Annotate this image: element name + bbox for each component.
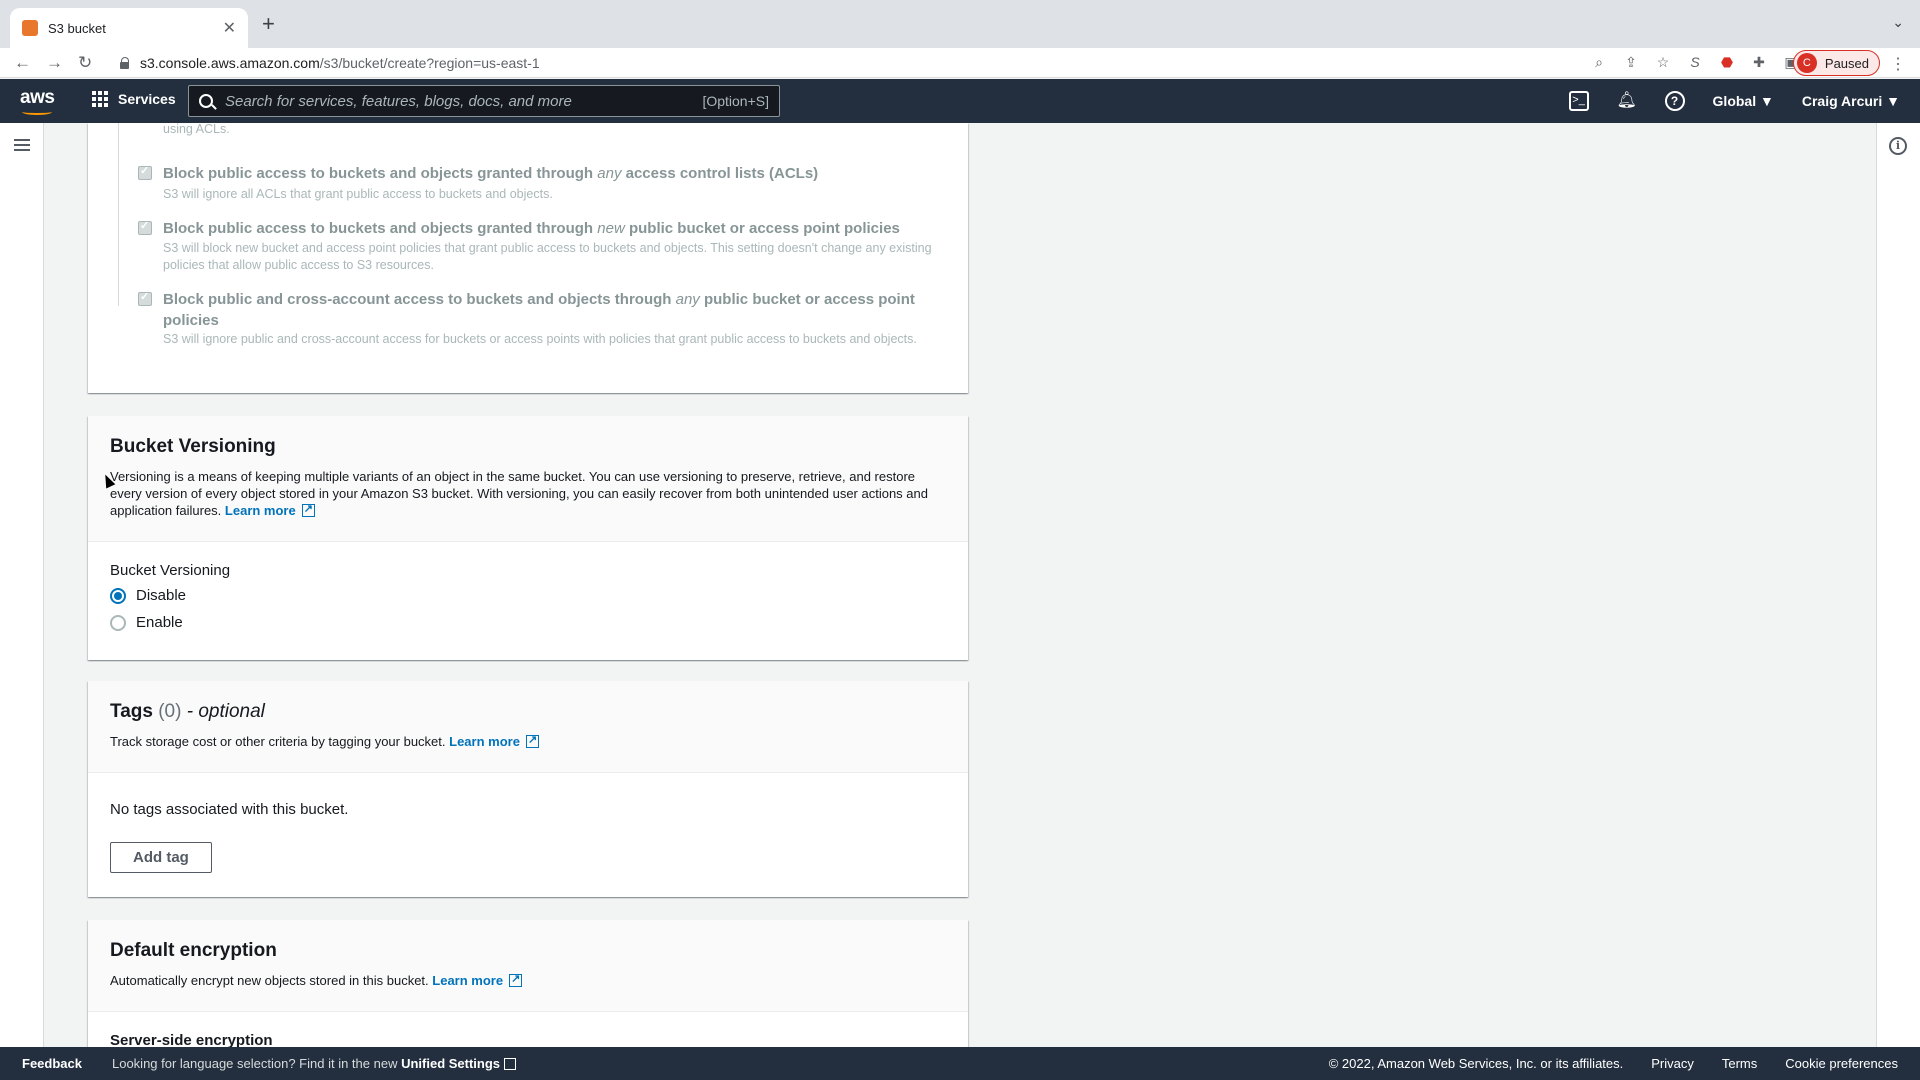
s-extension-icon[interactable]: S xyxy=(1686,53,1704,71)
tags-body: No tags associated with this bucket. Add… xyxy=(88,773,968,893)
aws-search-box[interactable]: [Option+S] xyxy=(188,85,780,117)
url-text: s3.console.aws.amazon.com/s3/bucket/crea… xyxy=(140,55,540,71)
versioning-title: Bucket Versioning xyxy=(110,436,276,457)
left-nav-rail xyxy=(0,123,44,1047)
versioning-header: Bucket Versioning Versioning is a means … xyxy=(88,416,968,542)
radio-disable-label: Disable xyxy=(136,587,187,604)
tab-title: S3 bucket xyxy=(48,20,106,36)
aws-logo[interactable]: aws xyxy=(20,87,55,109)
share-icon[interactable]: ⇪ xyxy=(1622,53,1640,71)
account-menu[interactable]: Craig Arcuri ▼ xyxy=(1802,93,1900,109)
search-icon xyxy=(199,94,213,108)
encryption-header: Default encryption Automatically encrypt… xyxy=(88,920,968,1012)
browser-menu-icon[interactable]: ⋮ xyxy=(1890,54,1906,74)
bucket-versioning-panel: Bucket Versioning Versioning is a means … xyxy=(88,416,968,660)
bpa-cut-text: using ACLs. xyxy=(163,122,230,136)
encryption-title: Default encryption xyxy=(110,940,277,961)
no-tags-message: No tags associated with this bucket. xyxy=(110,801,349,818)
bpa-item-desc: S3 will block new bucket and access poin… xyxy=(163,241,932,272)
tags-title: Tags (0) - optional xyxy=(110,701,265,722)
versioning-learn-more-link[interactable]: Learn more xyxy=(225,503,296,518)
cookie-preferences-link[interactable]: Cookie preferences xyxy=(1785,1056,1898,1071)
region-selector[interactable]: Global ▼ xyxy=(1713,93,1774,109)
external-link-icon xyxy=(525,732,539,749)
tags-learn-more-link[interactable]: Learn more xyxy=(449,734,520,749)
aws-nav-right: >_ 🔔︎ ? Global ▼ Craig Arcuri ▼ xyxy=(1568,91,1900,111)
url-omnibox[interactable]: s3.console.aws.amazon.com/s3/bucket/crea… xyxy=(110,50,1570,76)
s3-favicon-icon xyxy=(22,20,38,36)
profile-status: Paused xyxy=(1824,55,1869,71)
bpa-item-title: Block public access to buckets and objec… xyxy=(163,220,900,237)
footer-links: © 2022, Amazon Web Services, Inc. or its… xyxy=(1329,1056,1898,1071)
services-label: Services xyxy=(118,91,176,107)
extensions-puzzle-icon[interactable]: ✚ xyxy=(1750,53,1768,71)
language-notice: Looking for language selection? Find it … xyxy=(112,1056,517,1071)
copyright-text: © 2022, Amazon Web Services, Inc. or its… xyxy=(1328,1056,1624,1071)
versioning-disable-option[interactable]: Disable xyxy=(110,587,946,604)
extension-icons: ⌕ ⇪ ☆ S ⬣ ✚ ▣ xyxy=(1590,53,1800,71)
bpa-item-desc: S3 will ignore all ACLs that grant publi… xyxy=(163,187,553,201)
aws-smile-icon xyxy=(22,109,52,115)
bpa-acl-any-checkbox[interactable] xyxy=(138,164,152,180)
notifications-bell-icon[interactable]: 🔔︎ xyxy=(1617,91,1637,111)
block-public-access-panel: using ACLs. Block public access to bucke… xyxy=(88,122,968,393)
tags-header: Tags (0) - optional Track storage cost o… xyxy=(88,681,968,773)
services-grid-icon xyxy=(92,91,108,107)
encryption-description: Automatically encrypt new objects stored… xyxy=(110,971,946,989)
aws-top-nav: aws Services [Option+S] >_ 🔔︎ ? Global ▼… xyxy=(0,79,1920,123)
versioning-description: Versioning is a means of keeping multipl… xyxy=(110,468,946,519)
profile-paused-button[interactable]: C Paused xyxy=(1792,50,1880,76)
external-link-icon xyxy=(301,501,315,518)
help-icon[interactable]: ? xyxy=(1664,91,1685,111)
add-tag-button[interactable]: Add tag xyxy=(110,842,212,873)
reload-icon[interactable]: ↻ xyxy=(78,52,92,74)
bpa-item-title: Block public and cross-account access to… xyxy=(163,291,915,329)
default-encryption-panel: Default encryption Automatically encrypt… xyxy=(88,920,968,1060)
tab-search-chevron-icon[interactable]: ⌄ xyxy=(1892,14,1904,31)
lock-icon xyxy=(120,57,130,69)
tags-panel: Tags (0) - optional Track storage cost o… xyxy=(88,681,968,897)
aws-search-input[interactable] xyxy=(225,92,703,110)
unified-settings-link[interactable]: Unified Settings xyxy=(401,1056,500,1071)
radio-enable-label: Enable xyxy=(136,614,183,631)
close-tab-icon[interactable]: ✕ xyxy=(223,18,236,38)
external-link-icon xyxy=(509,971,523,988)
cloudshell-icon[interactable]: >_ xyxy=(1568,91,1589,111)
browser-tab-bar: S3 bucket ✕ + ⌄ xyxy=(0,0,1920,48)
versioning-body: Bucket Versioning Disable Enable xyxy=(88,542,968,661)
tags-description: Track storage cost or other criteria by … xyxy=(110,732,946,750)
browser-address-bar: ← → ↻ s3.console.aws.amazon.com/s3/bucke… xyxy=(0,48,1920,78)
versioning-field-label: Bucket Versioning xyxy=(110,562,231,579)
bookmark-star-icon[interactable]: ☆ xyxy=(1654,53,1672,71)
back-icon[interactable]: ← xyxy=(14,52,31,74)
new-tab-icon[interactable]: + xyxy=(262,13,275,35)
adblock-icon[interactable]: ⬣ xyxy=(1718,53,1736,71)
radio-enable[interactable] xyxy=(110,614,126,631)
services-menu-button[interactable]: Services xyxy=(92,91,176,107)
privacy-link[interactable]: Privacy xyxy=(1651,1056,1694,1071)
feedback-link[interactable]: Feedback xyxy=(22,1056,82,1071)
bpa-item-title: Block public access to buckets and objec… xyxy=(163,165,819,182)
bpa-policy-new-checkbox[interactable] xyxy=(138,219,152,235)
bpa-tree-line xyxy=(118,123,128,306)
radio-disable[interactable] xyxy=(110,587,126,604)
encryption-learn-more-link[interactable]: Learn more xyxy=(432,973,503,988)
versioning-enable-option[interactable]: Enable xyxy=(110,614,946,631)
avatar: C xyxy=(1796,53,1817,73)
external-link-icon xyxy=(504,1058,517,1070)
browser-tab[interactable]: S3 bucket ✕ xyxy=(10,8,248,48)
forward-icon[interactable]: → xyxy=(46,52,63,74)
zoom-icon[interactable]: ⌕ xyxy=(1590,53,1608,71)
bpa-item-desc: S3 will ignore public and cross-account … xyxy=(163,332,917,346)
right-help-rail: i xyxy=(1876,123,1920,1047)
menu-hamburger-icon[interactable] xyxy=(14,139,30,151)
console-footer: Feedback Looking for language selection?… xyxy=(0,1047,1920,1080)
bpa-cross-account-checkbox[interactable] xyxy=(138,290,152,306)
search-shortcut-hint: [Option+S] xyxy=(702,93,769,109)
terms-link[interactable]: Terms xyxy=(1722,1056,1757,1071)
info-icon[interactable]: i xyxy=(1889,137,1907,155)
